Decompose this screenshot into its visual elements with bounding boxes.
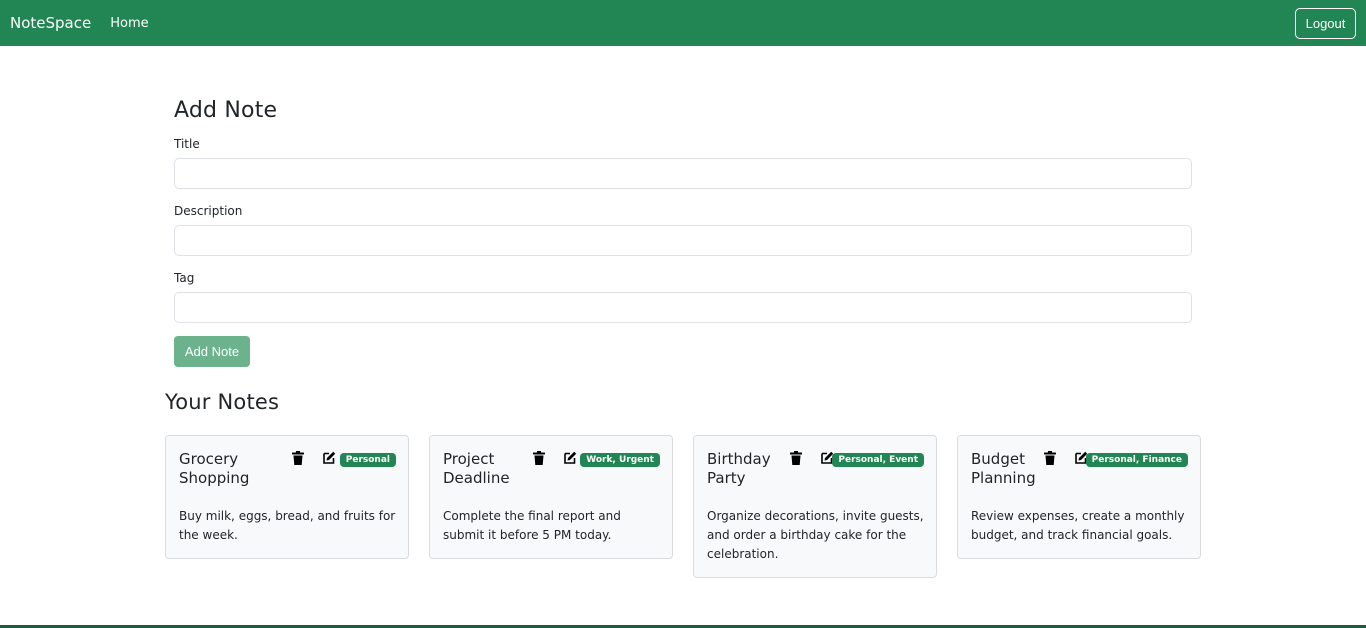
edit-icon[interactable]: [562, 450, 578, 466]
note-card: Grocery Shopping Personal Buy milk, eggs…: [165, 435, 409, 559]
trash-icon[interactable]: [1042, 450, 1058, 466]
note-card: Budget Planning Personal, Finance Review…: [957, 435, 1201, 559]
note-description: Review expenses, create a monthly budget…: [971, 509, 1185, 542]
trash-icon[interactable]: [531, 450, 547, 466]
trash-icon[interactable]: [290, 450, 306, 466]
add-note-form: Add Note Title Description Tag Add Note: [174, 98, 1192, 367]
title-input[interactable]: [174, 158, 1192, 189]
trash-icon[interactable]: [788, 450, 804, 466]
add-note-heading: Add Note: [174, 98, 278, 123]
description-input[interactable]: [174, 225, 1192, 256]
note-card: Birthday Party Personal, Event Organize …: [693, 435, 937, 578]
edit-icon[interactable]: [321, 450, 337, 466]
your-notes-heading: Your Notes: [165, 390, 280, 414]
note-card: Project Deadline Work, Urgent Complete t…: [429, 435, 673, 559]
note-description: Organize decorations, invite guests, and…: [707, 509, 924, 561]
tag-badge: Personal, Event: [832, 453, 924, 467]
tag-badge: Personal, Finance: [1085, 453, 1188, 467]
note-title: Grocery Shopping: [179, 450, 250, 487]
brand-logo[interactable]: NoteSpace: [10, 14, 91, 32]
note-description: Complete the final report and submit it …: [443, 509, 621, 542]
description-label: Description: [174, 204, 243, 218]
nav-link-home[interactable]: Home: [110, 16, 148, 31]
tag-input[interactable]: [174, 292, 1192, 323]
note-title: Project Deadline: [443, 450, 510, 487]
tag-badge: Personal: [339, 453, 396, 467]
tag-badge: Work, Urgent: [580, 453, 660, 467]
navbar: NoteSpace Home Logout: [0, 0, 1366, 46]
tag-label: Tag: [174, 271, 195, 285]
logout-button[interactable]: Logout: [1295, 8, 1356, 39]
add-note-button[interactable]: Add Note: [174, 336, 250, 367]
title-label: Title: [174, 137, 200, 151]
note-description: Buy milk, eggs, bread, and fruits for th…: [179, 509, 396, 542]
